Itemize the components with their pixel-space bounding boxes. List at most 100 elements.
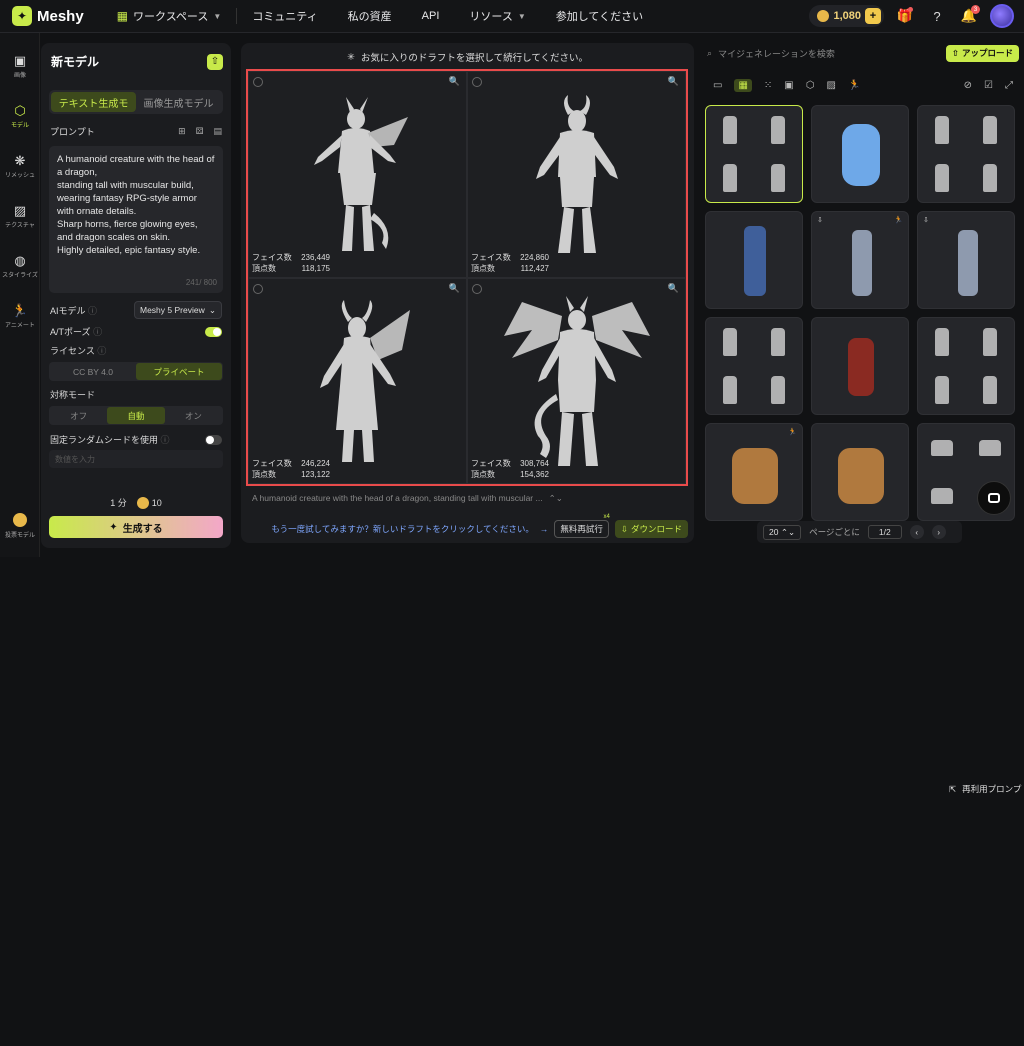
fullscreen-icon[interactable]: ⤢	[1005, 80, 1013, 91]
draft-card[interactable]: 🔍 フェイス数 246,224 頂点数 123,122	[248, 277, 467, 484]
rail-label: アニメート	[5, 322, 35, 329]
generation-thumb[interactable]	[705, 317, 803, 415]
search-input[interactable]: ⌕ マイジェネレーションを検索	[703, 43, 903, 63]
dice-icon[interactable]: ⚄	[196, 126, 204, 137]
texture-icon: ▨	[13, 202, 27, 218]
grid-view-icon[interactable]: ▦	[734, 78, 752, 92]
generation-thumb[interactable]	[811, 105, 909, 203]
rail-label: テクスチャ	[5, 222, 35, 229]
generation-thumb[interactable]: 🏃	[705, 423, 803, 521]
rail-item-remesh[interactable]: ❋ リメッシュ	[0, 141, 40, 191]
help-icon[interactable]: ?	[926, 5, 948, 27]
filter-bar: ▭ ▦ ⁙ ▣ ⬡ ▨ 🏃 ⊘ ☑ ⤢	[703, 75, 1023, 95]
nav-api[interactable]: API	[407, 0, 455, 33]
symmetry-auto[interactable]: 自動	[107, 407, 165, 424]
folder-icon[interactable]: ▭	[713, 80, 722, 91]
generation-thumb[interactable]: ⇩	[917, 211, 1015, 309]
upload-button[interactable]: ⇧ アップロード	[945, 44, 1019, 62]
nav-workspace[interactable]: ▦ ワークスペース ▼	[102, 0, 237, 33]
generation-thumb[interactable]	[917, 317, 1015, 415]
texture-filter-icon[interactable]: ▨	[826, 80, 835, 91]
run-filter-icon[interactable]: 🏃	[848, 80, 860, 91]
logo[interactable]: ✦ Meshy	[12, 6, 84, 26]
generation-thumb[interactable]	[917, 105, 1015, 203]
select-radio[interactable]	[472, 283, 482, 294]
free-retry-button[interactable]: 無料再試行 x4	[554, 514, 610, 538]
rail-item-model[interactable]: ⬡ モデル	[0, 91, 40, 141]
nav-join[interactable]: 参加してください	[541, 0, 658, 33]
seed-label: 固定ランダムシードを使用 ⓘ	[50, 435, 170, 445]
loader-icon: ✳	[346, 51, 355, 63]
remesh-icon: ❋	[14, 152, 26, 168]
zoom-icon[interactable]: 🔍	[668, 76, 679, 87]
page-indicator[interactable]: 1/2	[867, 525, 902, 539]
add-credits-button[interactable]: +	[865, 8, 881, 24]
bell-icon[interactable]: 🔔 3	[958, 5, 980, 27]
generation-thumb[interactable]	[705, 105, 803, 203]
draft-card[interactable]: 🔍 フェイス数 308,764 頂点数 154,362	[467, 277, 686, 484]
zoom-icon[interactable]: 🔍	[668, 283, 679, 294]
at-pose-toggle[interactable]	[205, 326, 222, 337]
symmetry-on[interactable]: オン	[165, 407, 222, 424]
select-radio[interactable]	[472, 77, 482, 87]
clear-filter-icon[interactable]: ⊘	[964, 80, 972, 91]
prompt-preview[interactable]: A humanoid creature with the head of a d…	[252, 493, 543, 503]
expand-icon[interactable]: ⌃⌄	[549, 493, 563, 504]
generation-thumb[interactable]	[811, 317, 909, 415]
seed-input[interactable]: 数値を入力	[49, 450, 223, 468]
gift-icon[interactable]: 🎁	[894, 5, 916, 27]
download-label: ダウンロード	[630, 524, 682, 534]
cube-filter-icon[interactable]: ⬡	[806, 80, 815, 91]
image-filter-icon[interactable]: ▣	[784, 80, 793, 91]
avatar[interactable]	[990, 4, 1014, 28]
per-page-select[interactable]: 20 ⌃⌄	[763, 524, 802, 540]
symmetry-off[interactable]: オフ	[50, 407, 107, 424]
rail-vote[interactable]: 投票モデル	[0, 513, 40, 539]
generation-thumb[interactable]	[705, 211, 803, 309]
license-cc-by[interactable]: CC BY 4.0	[50, 363, 136, 380]
ai-model-select[interactable]: Meshy 5 Preview ⌄	[134, 301, 222, 319]
rail-item-animate[interactable]: 🏃 アニメート	[0, 291, 40, 341]
select-radio[interactable]	[253, 77, 263, 87]
rail-item-texture[interactable]: ▨ テクスチャ	[0, 191, 40, 241]
seed-toggle[interactable]	[205, 434, 222, 445]
mode-tabs: テキスト生成モ 画像生成モデル	[49, 90, 223, 114]
tab-image-to-model[interactable]: 画像生成モデル	[136, 92, 221, 112]
zoom-icon[interactable]: 🔍	[449, 76, 460, 87]
symmetry-label: 対称モード	[50, 390, 96, 400]
download-icon: ⇩	[620, 523, 628, 534]
license-selector: CC BY 4.0 プライベート	[49, 362, 223, 381]
book-icon[interactable]: ⊞	[178, 126, 186, 137]
download-button[interactable]: ⇩ ダウンロード	[614, 520, 688, 538]
license-private[interactable]: プライベート	[136, 363, 222, 380]
generate-button[interactable]: ✦ 生成する	[49, 516, 223, 538]
chat-support-button[interactable]	[977, 481, 1011, 515]
tab-text-to-model[interactable]: テキスト生成モ	[51, 92, 136, 112]
credits-display[interactable]: 1,080 +	[809, 5, 884, 27]
nav-community[interactable]: コミュニティ	[237, 0, 332, 33]
upload-icon[interactable]: ⇧	[207, 53, 223, 70]
prev-page-button[interactable]: ‹	[909, 525, 924, 539]
generation-thumb[interactable]	[811, 423, 909, 521]
coin-icon	[817, 10, 830, 22]
next-page-button[interactable]: ›	[931, 525, 946, 539]
select-radio[interactable]	[253, 283, 263, 294]
cost-info: 1 分 10	[49, 496, 223, 509]
rail-item-stylize[interactable]: ◍ スタイライズ	[0, 241, 40, 291]
draft-card[interactable]: 🔍 フェイス数 224,860 頂点数 112,427	[467, 71, 686, 278]
rail-vote-label: 投票モデル	[4, 533, 35, 539]
nav-resources[interactable]: リソース ▼	[454, 0, 540, 33]
reuse-prompt-button[interactable]: ⇱ 再利用プロンプト	[949, 532, 1024, 1046]
generation-thumb[interactable]: ⇩ 🏃	[811, 211, 909, 309]
vote-icon	[13, 513, 27, 527]
run-icon: 🏃	[11, 302, 29, 318]
rail-item-image[interactable]: ▣ 画像	[0, 41, 40, 91]
dots-grid-icon[interactable]: ⁙	[764, 80, 772, 91]
nav-assets[interactable]: 私の資産	[333, 0, 407, 33]
search-placeholder: マイジェネレーションを検索	[718, 48, 835, 59]
draft-card[interactable]: 🔍 フェイス数 236,449 頂点数 118,175	[248, 71, 467, 278]
checkbox-icon[interactable]: ☑	[984, 80, 993, 91]
zoom-icon[interactable]: 🔍	[449, 283, 460, 294]
prompt-textarea[interactable]: A humanoid creature with the head of a d…	[49, 146, 223, 293]
save-icon[interactable]: ▤	[213, 126, 222, 137]
